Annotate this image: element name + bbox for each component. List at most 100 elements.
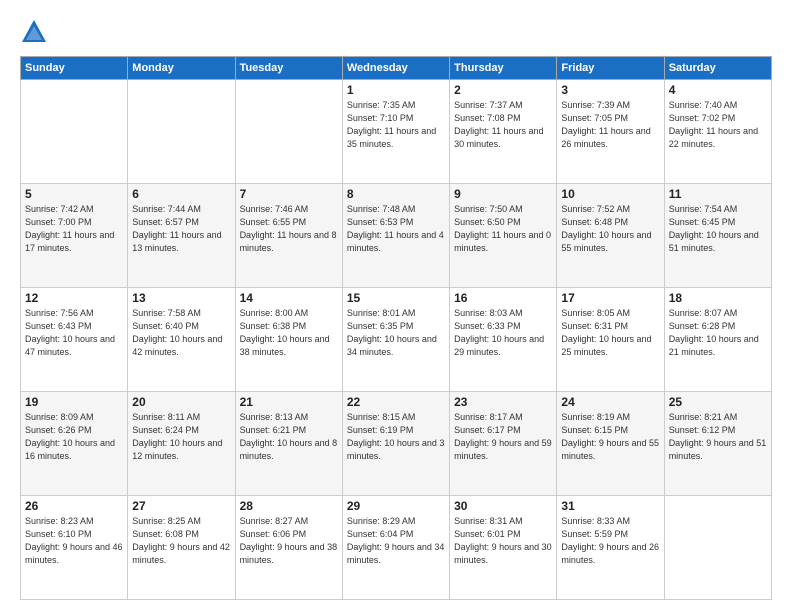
day-info: Sunrise: 8:19 AM Sunset: 6:15 PM Dayligh… (561, 411, 659, 463)
day-of-week-header: Friday (557, 57, 664, 80)
day-info: Sunrise: 8:13 AM Sunset: 6:21 PM Dayligh… (240, 411, 338, 463)
day-number: 17 (561, 291, 659, 305)
calendar-header-row: SundayMondayTuesdayWednesdayThursdayFrid… (21, 57, 772, 80)
day-number: 9 (454, 187, 552, 201)
day-number: 23 (454, 395, 552, 409)
page: SundayMondayTuesdayWednesdayThursdayFrid… (0, 0, 792, 612)
calendar-cell: 13 Sunrise: 7:58 AM Sunset: 6:40 PM Dayli… (128, 288, 235, 392)
calendar-cell: 20Sunrise: 8:11 AM Sunset: 6:24 PM Dayli… (128, 392, 235, 496)
day-info: Sunrise: 7:46 AM Sunset: 6:55 PM Dayligh… (240, 203, 338, 255)
calendar-week-row: 12 Sunrise: 7:56 AM Sunset: 6:43 PM Dayli… (21, 288, 772, 392)
day-info: Sunrise: 8:17 AM Sunset: 6:17 PM Dayligh… (454, 411, 552, 463)
calendar-cell (21, 80, 128, 184)
day-number: 10 (561, 187, 659, 201)
day-number: 29 (347, 499, 445, 513)
day-number: 26 (25, 499, 123, 513)
calendar-cell: 27 Sunrise: 8:25 AM Sunset: 6:08 PM Dayli… (128, 496, 235, 600)
calendar-cell (664, 496, 771, 600)
day-of-week-header: Monday (128, 57, 235, 80)
calendar-cell: 17 Sunrise: 8:05 AM Sunset: 6:31 PM Dayli… (557, 288, 664, 392)
calendar-cell: 26Sunrise: 8:23 AM Sunset: 6:10 PM Dayli… (21, 496, 128, 600)
day-number: 22 (347, 395, 445, 409)
calendar-cell: 22 Sunrise: 8:15 AM Sunset: 6:19 PM Dayli… (342, 392, 449, 496)
calendar-cell: 11 Sunrise: 7:54 AM Sunset: 6:45 PM Dayli… (664, 184, 771, 288)
day-info: Sunrise: 8:05 AM Sunset: 6:31 PM Dayligh… (561, 307, 659, 359)
day-number: 27 (132, 499, 230, 513)
calendar-table: SundayMondayTuesdayWednesdayThursdayFrid… (20, 56, 772, 600)
day-number: 30 (454, 499, 552, 513)
calendar-cell: 14 Sunrise: 8:00 AM Sunset: 6:38 PM Dayli… (235, 288, 342, 392)
calendar-cell: 8Sunrise: 7:48 AM Sunset: 6:53 PM Daylig… (342, 184, 449, 288)
day-of-week-header: Sunday (21, 57, 128, 80)
day-info: Sunrise: 7:58 AM Sunset: 6:40 PM Dayligh… (132, 307, 230, 359)
day-number: 5 (25, 187, 123, 201)
day-info: Sunrise: 7:39 AM Sunset: 7:05 PM Dayligh… (561, 99, 659, 151)
calendar-cell: 1 Sunrise: 7:35 AM Sunset: 7:10 PM Daylig… (342, 80, 449, 184)
logo-icon (20, 18, 48, 46)
day-info: Sunrise: 8:33 AM Sunset: 5:59 PM Dayligh… (561, 515, 659, 567)
calendar-cell: 12 Sunrise: 7:56 AM Sunset: 6:43 PM Dayli… (21, 288, 128, 392)
calendar-cell: 24Sunrise: 8:19 AM Sunset: 6:15 PM Dayli… (557, 392, 664, 496)
day-info: Sunrise: 8:31 AM Sunset: 6:01 PM Dayligh… (454, 515, 552, 567)
day-info: Sunrise: 7:56 AM Sunset: 6:43 PM Dayligh… (25, 307, 123, 359)
calendar-cell (235, 80, 342, 184)
calendar-cell: 16 Sunrise: 8:03 AM Sunset: 6:33 PM Dayli… (450, 288, 557, 392)
day-info: Sunrise: 7:50 AM Sunset: 6:50 PM Dayligh… (454, 203, 552, 255)
calendar-cell: 31 Sunrise: 8:33 AM Sunset: 5:59 PM Dayli… (557, 496, 664, 600)
calendar-cell: 6 Sunrise: 7:44 AM Sunset: 6:57 PM Daylig… (128, 184, 235, 288)
day-number: 21 (240, 395, 338, 409)
day-number: 14 (240, 291, 338, 305)
day-info: Sunrise: 8:29 AM Sunset: 6:04 PM Dayligh… (347, 515, 445, 567)
calendar-cell: 5 Sunrise: 7:42 AM Sunset: 7:00 PM Daylig… (21, 184, 128, 288)
calendar-cell: 10 Sunrise: 7:52 AM Sunset: 6:48 PM Dayli… (557, 184, 664, 288)
calendar-cell: 9 Sunrise: 7:50 AM Sunset: 6:50 PM Daylig… (450, 184, 557, 288)
calendar-cell: 7 Sunrise: 7:46 AM Sunset: 6:55 PM Daylig… (235, 184, 342, 288)
day-info: Sunrise: 8:09 AM Sunset: 6:26 PM Dayligh… (25, 411, 123, 463)
day-info: Sunrise: 8:03 AM Sunset: 6:33 PM Dayligh… (454, 307, 552, 359)
calendar-cell: 2Sunrise: 7:37 AM Sunset: 7:08 PM Daylig… (450, 80, 557, 184)
day-number: 19 (25, 395, 123, 409)
day-info: Sunrise: 8:00 AM Sunset: 6:38 PM Dayligh… (240, 307, 338, 359)
day-info: Sunrise: 7:44 AM Sunset: 6:57 PM Dayligh… (132, 203, 230, 255)
day-number: 28 (240, 499, 338, 513)
day-info: Sunrise: 7:40 AM Sunset: 7:02 PM Dayligh… (669, 99, 767, 151)
day-number: 31 (561, 499, 659, 513)
day-number: 25 (669, 395, 767, 409)
day-of-week-header: Tuesday (235, 57, 342, 80)
day-info: Sunrise: 8:11 AM Sunset: 6:24 PM Dayligh… (132, 411, 230, 463)
calendar-week-row: 1 Sunrise: 7:35 AM Sunset: 7:10 PM Daylig… (21, 80, 772, 184)
day-number: 12 (25, 291, 123, 305)
day-number: 13 (132, 291, 230, 305)
calendar-week-row: 5 Sunrise: 7:42 AM Sunset: 7:00 PM Daylig… (21, 184, 772, 288)
day-number: 16 (454, 291, 552, 305)
day-number: 1 (347, 83, 445, 97)
calendar-cell: 28 Sunrise: 8:27 AM Sunset: 6:06 PM Dayli… (235, 496, 342, 600)
day-number: 11 (669, 187, 767, 201)
day-info: Sunrise: 7:35 AM Sunset: 7:10 PM Dayligh… (347, 99, 445, 151)
day-info: Sunrise: 8:15 AM Sunset: 6:19 PM Dayligh… (347, 411, 445, 463)
calendar-week-row: 26Sunrise: 8:23 AM Sunset: 6:10 PM Dayli… (21, 496, 772, 600)
day-info: Sunrise: 8:27 AM Sunset: 6:06 PM Dayligh… (240, 515, 338, 567)
day-info: Sunrise: 7:54 AM Sunset: 6:45 PM Dayligh… (669, 203, 767, 255)
calendar-cell: 29 Sunrise: 8:29 AM Sunset: 6:04 PM Dayli… (342, 496, 449, 600)
calendar-cell: 19 Sunrise: 8:09 AM Sunset: 6:26 PM Dayli… (21, 392, 128, 496)
day-of-week-header: Thursday (450, 57, 557, 80)
day-number: 6 (132, 187, 230, 201)
day-info: Sunrise: 7:52 AM Sunset: 6:48 PM Dayligh… (561, 203, 659, 255)
calendar-cell: 15Sunrise: 8:01 AM Sunset: 6:35 PM Dayli… (342, 288, 449, 392)
day-info: Sunrise: 8:07 AM Sunset: 6:28 PM Dayligh… (669, 307, 767, 359)
calendar-cell (128, 80, 235, 184)
header (20, 18, 772, 46)
day-number: 8 (347, 187, 445, 201)
day-of-week-header: Wednesday (342, 57, 449, 80)
day-number: 2 (454, 83, 552, 97)
day-number: 7 (240, 187, 338, 201)
calendar-cell: 25Sunrise: 8:21 AM Sunset: 6:12 PM Dayli… (664, 392, 771, 496)
day-info: Sunrise: 7:42 AM Sunset: 7:00 PM Dayligh… (25, 203, 123, 255)
logo (20, 18, 52, 46)
calendar-cell: 23 Sunrise: 8:17 AM Sunset: 6:17 PM Dayli… (450, 392, 557, 496)
day-number: 3 (561, 83, 659, 97)
day-number: 18 (669, 291, 767, 305)
day-number: 4 (669, 83, 767, 97)
day-info: Sunrise: 8:25 AM Sunset: 6:08 PM Dayligh… (132, 515, 230, 567)
